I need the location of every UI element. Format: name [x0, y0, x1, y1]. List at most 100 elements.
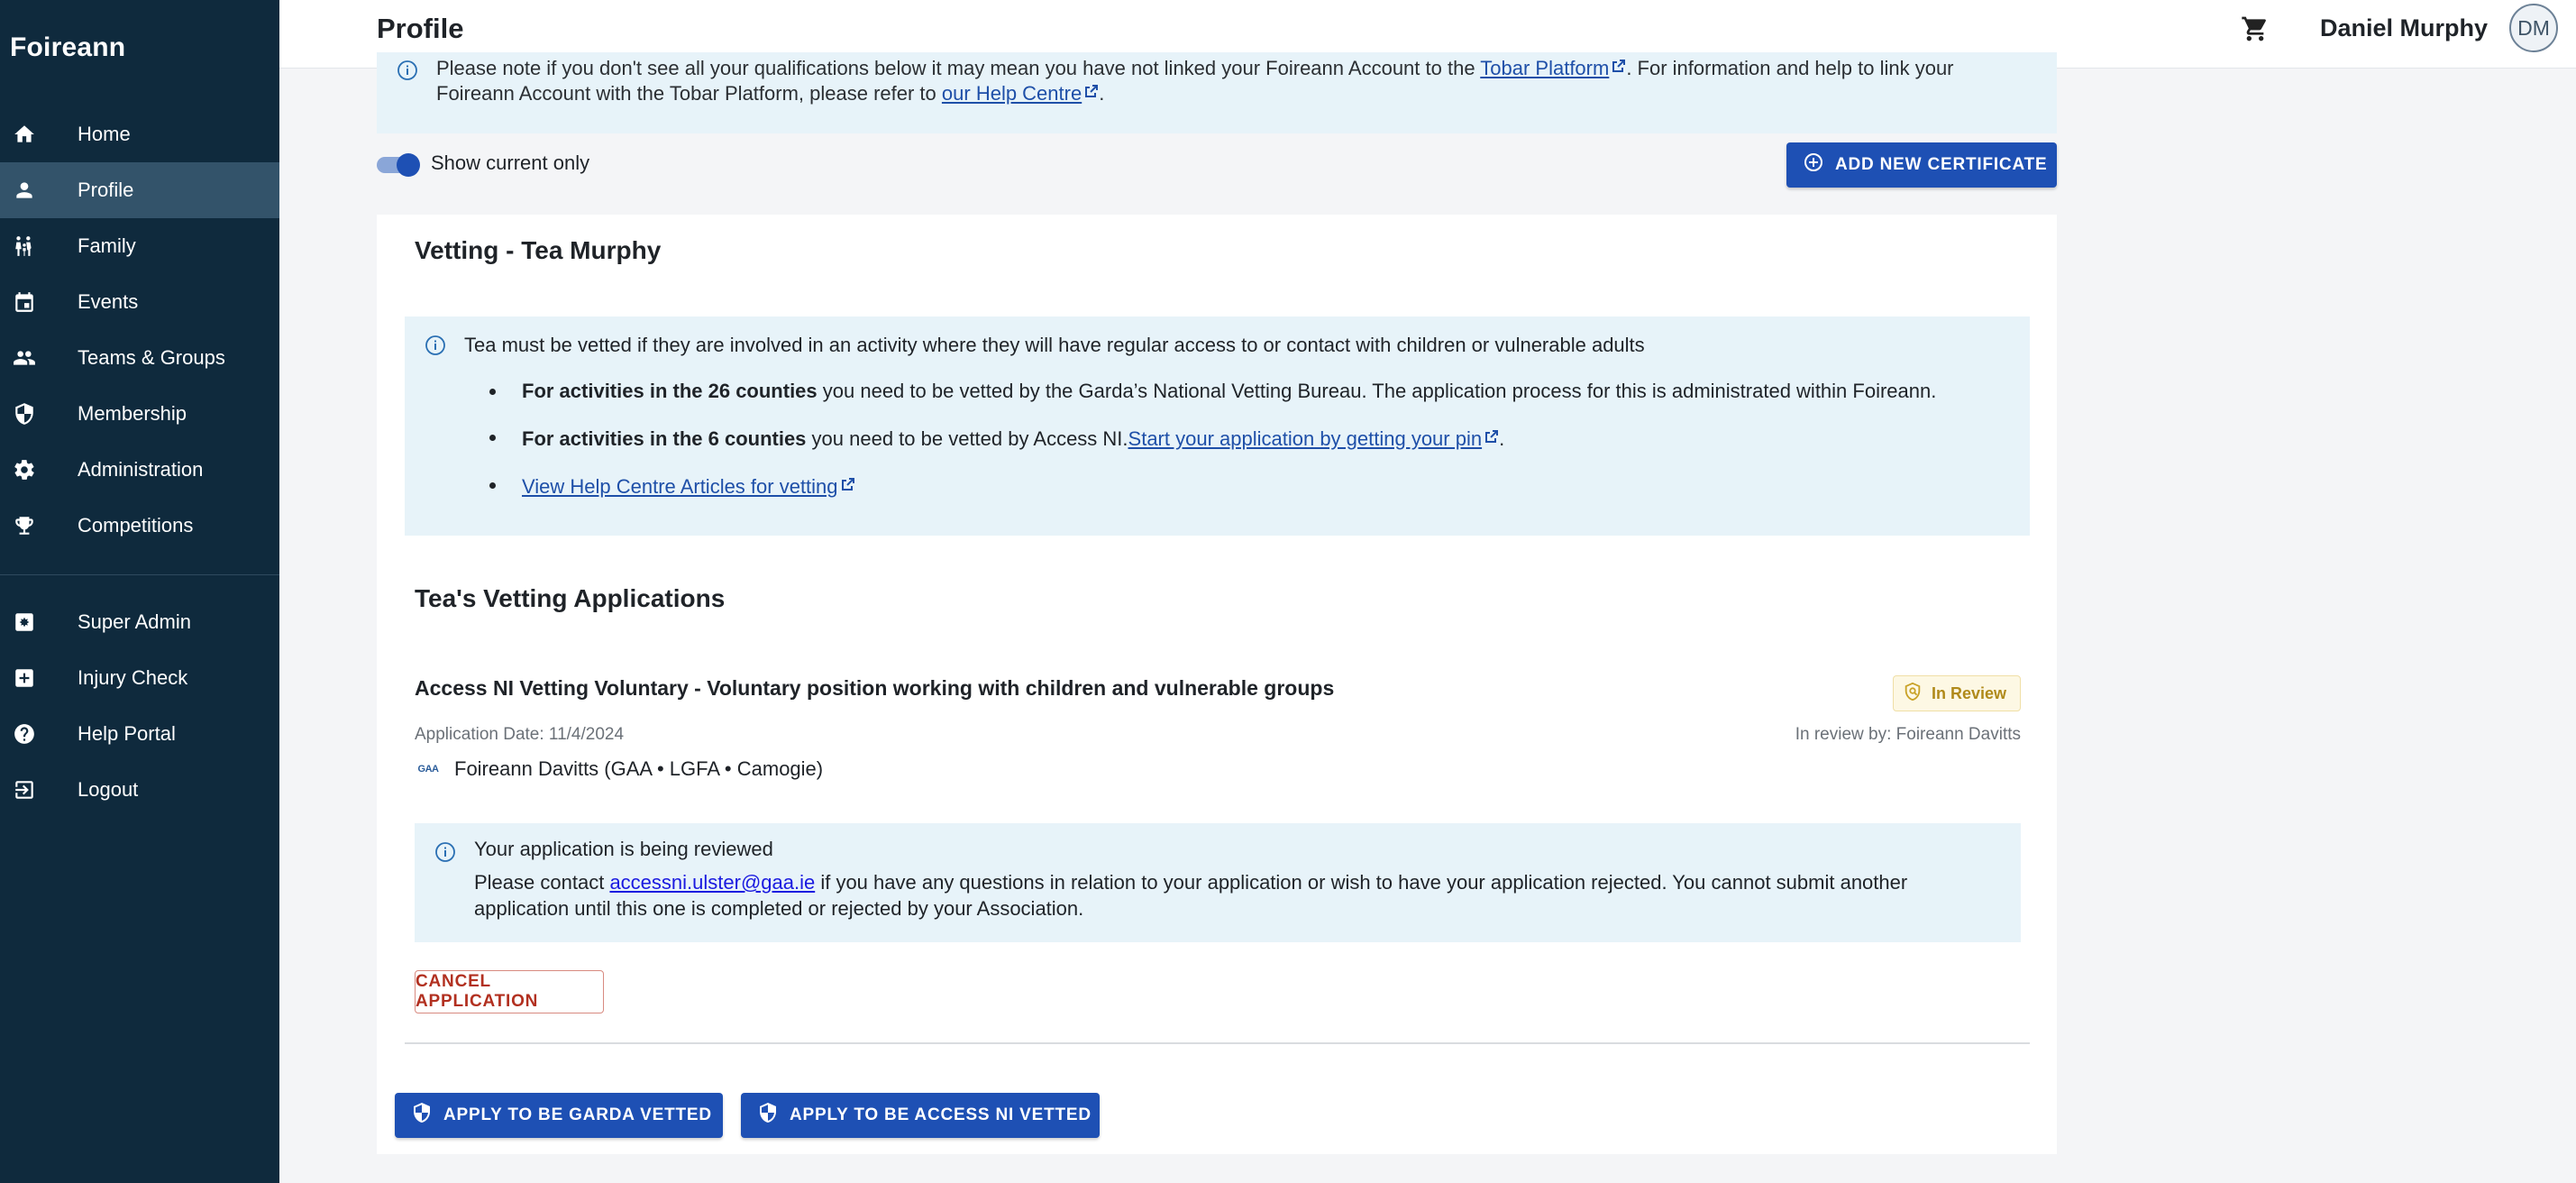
sidebar-item-profile[interactable]: Profile — [0, 162, 279, 218]
cart-icon — [2241, 16, 2270, 47]
status-label: In Review — [1932, 683, 2007, 702]
sidebar-item-label: Injury Check — [78, 666, 188, 689]
in-review-by: In review by: Foireann Davitts — [1795, 725, 2021, 744]
sidebar-item-logout[interactable]: Logout — [0, 762, 279, 818]
review-text-line-1: Please contact accessni.ulster@gaa.ie if… — [474, 871, 1907, 894]
home-icon — [13, 123, 36, 146]
application-title: Access NI Vetting Voluntary - Voluntary … — [415, 676, 1335, 700]
group-icon — [13, 346, 36, 370]
review-info-box: Your application is being reviewed Pleas… — [415, 823, 2021, 942]
sidebar-item-label: Super Admin — [78, 610, 191, 633]
cart-button[interactable] — [2241, 14, 2277, 50]
vetting-bullet-6-counties: For activities in the 6 counties you nee… — [489, 426, 1505, 451]
sidebar-item-label: Events — [78, 290, 139, 313]
contact-email-link[interactable]: accessni.ulster@gaa.ie — [609, 871, 815, 894]
external-link-icon — [1484, 426, 1499, 443]
sidebar-item-events[interactable]: Events — [0, 274, 279, 330]
toggle-knob — [397, 153, 420, 177]
apply-garda-vetted-button[interactable]: APPLY TO BE GARDA VETTED — [395, 1093, 723, 1138]
medical-icon — [13, 666, 36, 690]
notice-text: . For information and help to link your — [1626, 57, 1954, 79]
sidebar-item-label: Membership — [78, 402, 187, 425]
show-current-toggle[interactable] — [377, 151, 422, 177]
gaa-logo-icon: GAA — [417, 764, 439, 775]
add-circle-icon — [1803, 151, 1835, 179]
cancel-application-button[interactable]: CANCEL APPLICATION — [415, 970, 604, 1013]
sidebar-item-label: Home — [78, 123, 131, 145]
sidebar-item-label: Administration — [78, 458, 204, 481]
application-date: Application Date: 11/4/2024 — [415, 725, 625, 744]
info-icon — [425, 335, 446, 361]
sidebar-item-label: Logout — [78, 778, 139, 801]
external-link-icon — [1612, 55, 1626, 72]
add-certificate-button[interactable]: ADD NEW CERTIFICATE — [1786, 142, 2057, 188]
vetting-help-articles-link[interactable]: View Help Centre Articles for vetting — [522, 475, 838, 498]
sidebar-item-teams[interactable]: Teams & Groups — [0, 330, 279, 386]
help-centre-link[interactable]: our Help Centre — [942, 82, 1082, 105]
sidebar-item-home[interactable]: Home — [0, 106, 279, 162]
apply-access-ni-vetted-button[interactable]: APPLY TO BE ACCESS NI VETTED — [741, 1093, 1100, 1138]
sidebar-item-super-admin[interactable]: Super Admin — [0, 594, 279, 650]
sidebar-item-label: Competitions — [78, 514, 194, 536]
bullet-bold: For activities in the 26 counties — [522, 380, 818, 402]
vetting-bullet-26-counties: For activities in the 26 counties you ne… — [489, 380, 1936, 403]
notice-text: Foireann Account with the Tobar Platform… — [436, 82, 942, 105]
status-badge: In Review — [1893, 675, 2021, 711]
qualifications-notice: Please note if you don't see all your qu… — [377, 52, 2057, 133]
calendar-icon — [13, 290, 36, 314]
notice-text: Please note if you don't see all your qu… — [436, 57, 1481, 79]
family-icon — [13, 234, 36, 258]
sidebar-item-administration[interactable]: Administration — [0, 442, 279, 498]
organisation-name: Foireann Davitts (GAA • LGFA • Camogie) — [454, 757, 824, 780]
bullet-bold: For activities in the 6 counties — [522, 427, 807, 450]
divider — [405, 1042, 2030, 1044]
review-text: if you have any questions in relation to… — [815, 871, 1908, 894]
bullet-text: . — [1499, 427, 1505, 450]
review-heading: Your application is being reviewed — [474, 838, 773, 860]
show-current-label: Show current only — [431, 151, 590, 174]
bullet-text: you need to be vetted by Access NI. — [806, 427, 1128, 450]
user-name[interactable]: Daniel Murphy — [2320, 14, 2488, 42]
review-shield-icon — [1903, 682, 1932, 706]
apply-access-label: APPLY TO BE ACCESS NI VETTED — [790, 1105, 1092, 1124]
review-text: Please contact — [474, 871, 610, 894]
avatar[interactable]: DM — [2509, 4, 2558, 52]
access-ni-pin-link[interactable]: Start your application by getting your p… — [1128, 427, 1483, 450]
sidebar-item-label: Profile — [78, 179, 134, 201]
sidebar-item-label: Teams & Groups — [78, 346, 225, 369]
page-title: Profile — [377, 13, 464, 44]
sidebar-nav: Home Profile Family Events Teams & Group… — [0, 106, 279, 554]
sidebar-item-injury-check[interactable]: Injury Check — [0, 650, 279, 706]
sidebar-item-competitions[interactable]: Competitions — [0, 498, 279, 554]
vetting-card: Vetting - Tea Murphy Tea must be vetted … — [377, 215, 2057, 1154]
vetting-info-lead: Tea must be vetted if they are involved … — [464, 334, 1645, 356]
notice-text: . — [1099, 82, 1105, 105]
external-link-icon — [841, 473, 855, 491]
sidebar-item-family[interactable]: Family — [0, 218, 279, 274]
vetting-bullet-help-centre: View Help Centre Articles for vetting — [489, 473, 855, 499]
review-text-line-2: application until this one is completed … — [474, 897, 1084, 920]
sidebar-item-help-portal[interactable]: Help Portal — [0, 706, 279, 762]
add-certificate-label: ADD NEW CERTIFICATE — [1835, 155, 2048, 174]
sidebar-item-membership[interactable]: Membership — [0, 386, 279, 442]
info-icon — [434, 841, 456, 867]
info-icon — [397, 60, 418, 86]
help-icon — [13, 722, 36, 746]
shield-icon — [13, 402, 36, 426]
organisation: GAA Foireann Davitts (GAA • LGFA • Camog… — [415, 757, 824, 781]
trophy-icon — [13, 514, 36, 537]
sidebar-item-label: Help Portal — [78, 722, 176, 745]
sidebar: Foireann Home Profile Family Events Team… — [0, 0, 279, 1183]
apply-garda-label: APPLY TO BE GARDA VETTED — [443, 1105, 712, 1124]
logout-icon — [13, 778, 36, 802]
gear-icon — [13, 458, 36, 481]
person-icon — [13, 179, 36, 202]
shield-icon — [757, 1102, 790, 1129]
notice-line-2: Foireann Account with the Tobar Platform… — [436, 80, 1104, 105]
vetting-section-title: Vetting - Tea Murphy — [415, 236, 662, 264]
sidebar-secondary-nav: Super Admin Injury Check Help Portal Log… — [0, 594, 279, 818]
tobar-platform-link[interactable]: Tobar Platform — [1480, 57, 1609, 79]
brand-logo[interactable]: Foireann — [10, 32, 125, 63]
vetting-info-box: Tea must be vetted if they are involved … — [405, 316, 2030, 536]
external-link-icon — [1084, 80, 1099, 97]
